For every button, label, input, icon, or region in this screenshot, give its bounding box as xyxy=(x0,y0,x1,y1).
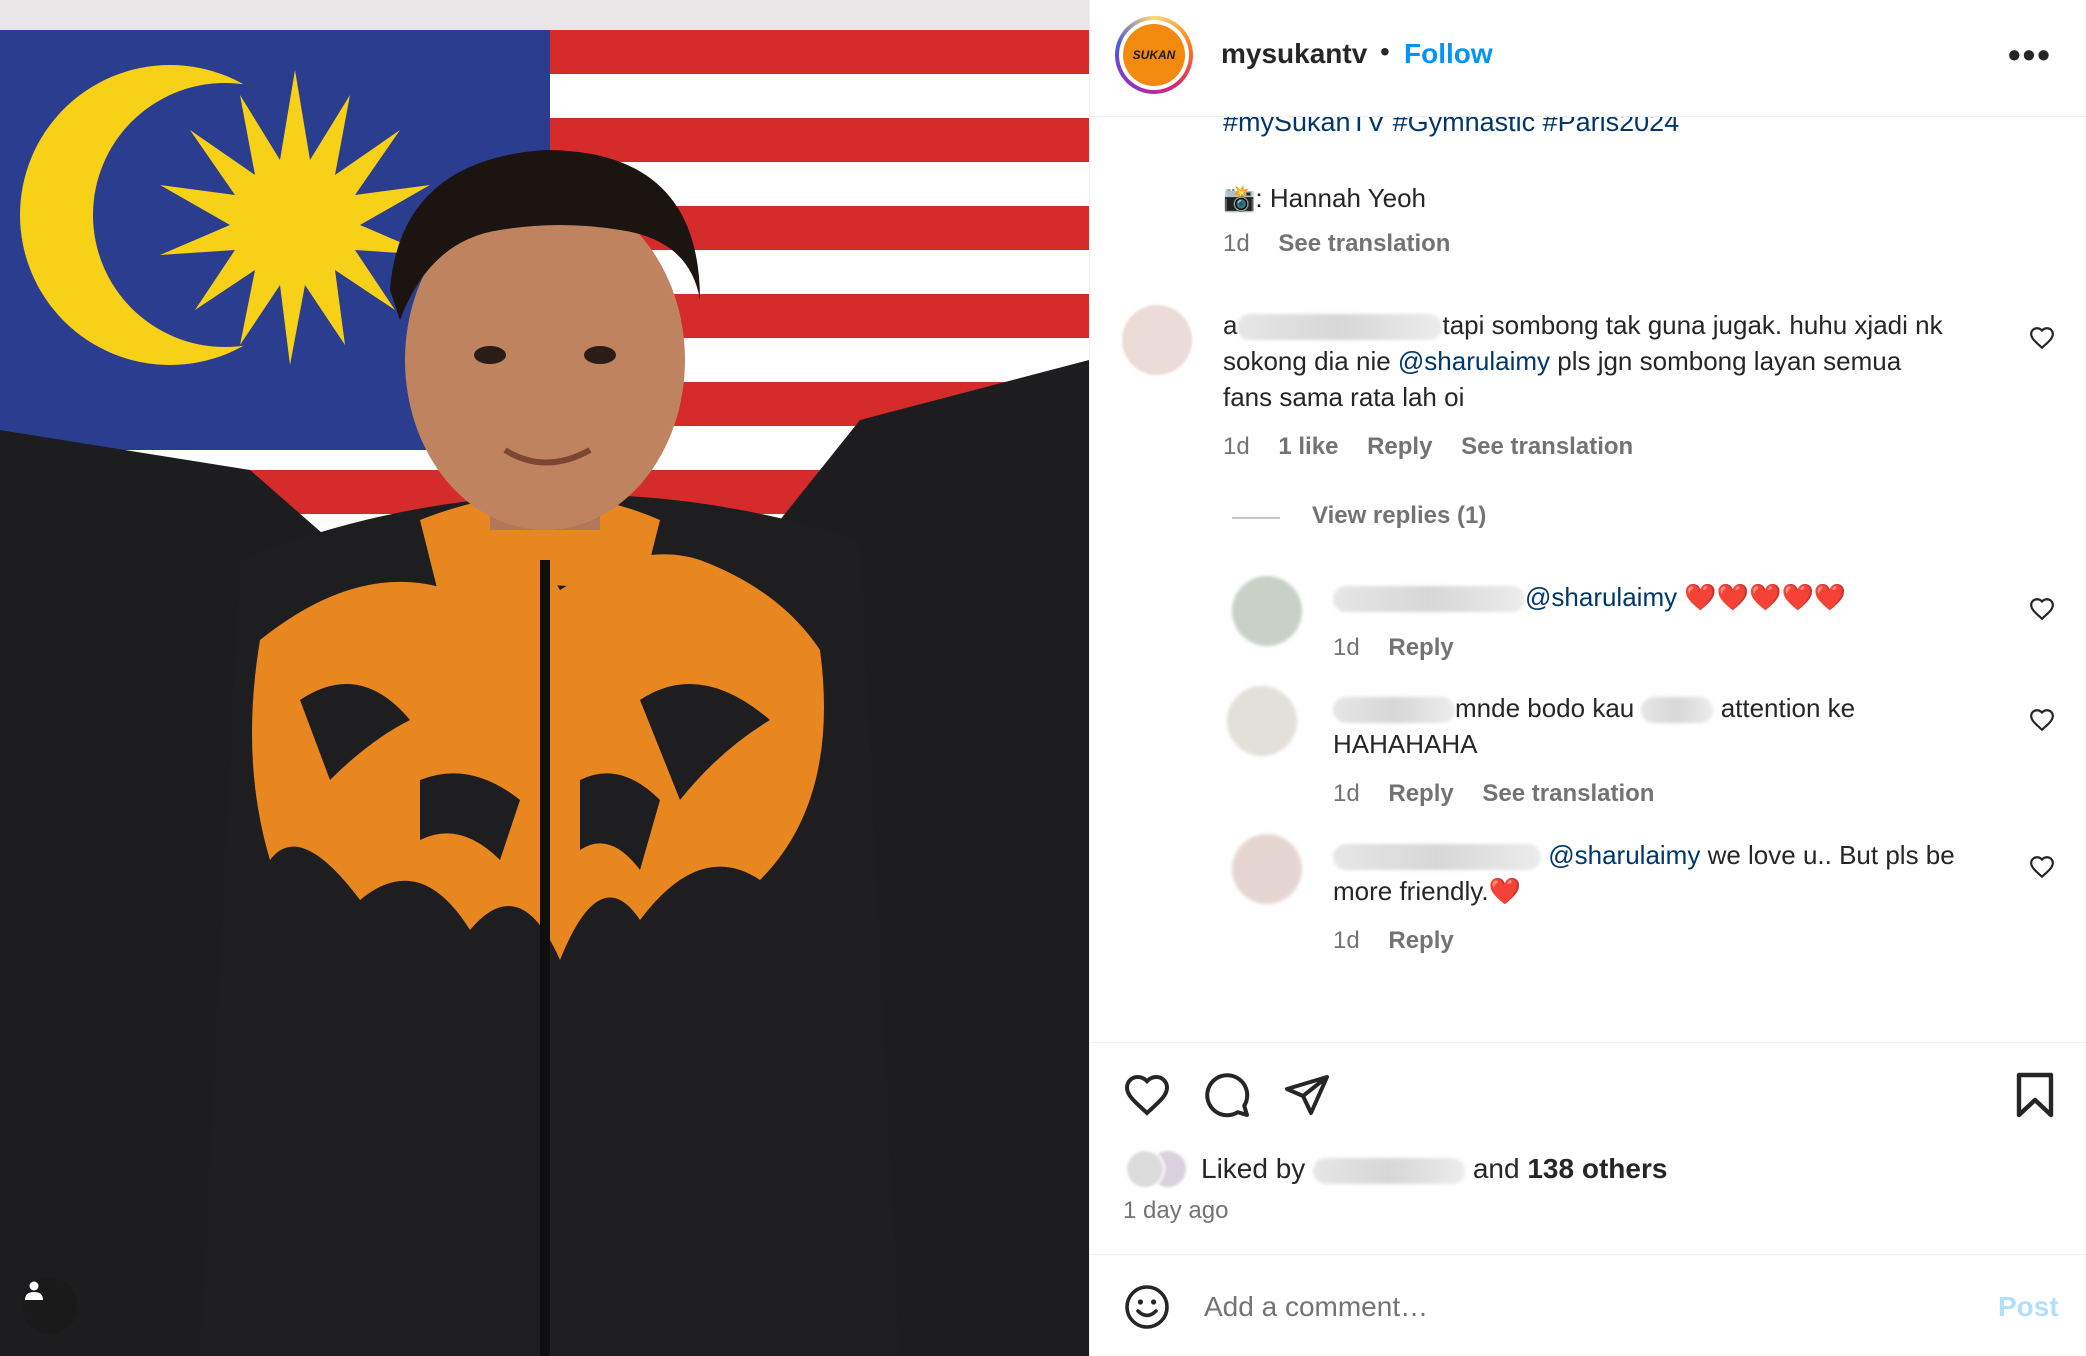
comment-1-text-1: tapi sombong tak guna jugak. huhu xjadi … xyxy=(1442,310,1943,340)
caption-hashtags[interactable]: #mySukanTV #Gymnastic #Paris2024 xyxy=(1223,117,1679,138)
reply-3-line-1: @sharulaimy we love u.. But pls be xyxy=(1333,837,1955,873)
save-bookmark-icon[interactable] xyxy=(2013,1071,2057,1119)
redacted-username xyxy=(1313,1157,1466,1184)
comment-1-username-start: a xyxy=(1223,310,1238,340)
caption-meta: 1d See translation xyxy=(1223,230,1450,258)
reply-1-avatar[interactable] xyxy=(1232,576,1302,646)
comment-1-see-translation[interactable]: See translation xyxy=(1461,433,1633,460)
view-replies-button[interactable]: View replies (1) xyxy=(1312,502,1486,530)
reply-1-hearts: ❤️❤️❤️❤️❤️ xyxy=(1684,582,1847,612)
author-username[interactable]: mysukantv xyxy=(1221,38,1367,70)
reply-3-like-heart-icon[interactable] xyxy=(2029,854,2055,880)
reply-3-reply-button[interactable]: Reply xyxy=(1388,927,1453,954)
reply-3-line-2: more friendly.❤️ xyxy=(1333,876,1521,906)
more-options-icon[interactable]: ••• xyxy=(2008,34,2052,76)
comment-1-like-heart-icon[interactable] xyxy=(2029,325,2055,351)
reply-2-reply-button[interactable]: Reply xyxy=(1388,780,1453,807)
reply-3-mention[interactable]: @sharulaimy xyxy=(1548,840,1700,870)
reply-2-line-1: mnde bodo kau attention ke xyxy=(1333,690,1855,726)
reply-3-time[interactable]: 1d xyxy=(1333,927,1360,954)
caption-credit: 📸: Hannah Yeoh xyxy=(1223,180,1426,216)
post-time[interactable]: 1 day ago xyxy=(1123,1197,1228,1225)
post-actions: Liked by and 138 others 1 day ago xyxy=(1090,1042,2086,1254)
reply-2-avatar[interactable] xyxy=(1227,686,1297,756)
redacted-username xyxy=(1333,844,1541,871)
reply-1-line-1: @sharulaimy ❤️❤️❤️❤️❤️ xyxy=(1333,579,1846,615)
caption-credit-text: : Hannah Yeoh xyxy=(1255,183,1426,213)
post-header: SUKAN mysukantv • Follow ••• xyxy=(1090,0,2086,117)
view-replies-line xyxy=(1232,517,1280,519)
add-comment-bar: Post xyxy=(1090,1254,2086,1356)
caption-see-translation[interactable]: See translation xyxy=(1278,230,1450,257)
redacted-username xyxy=(1237,314,1443,341)
likes-count[interactable]: 138 others xyxy=(1527,1153,1667,1184)
comment-1-line-2: sokong dia nie @sharulaimy pls jgn sombo… xyxy=(1223,346,1902,376)
share-paper-plane-icon[interactable] xyxy=(1283,1071,1331,1119)
user-icon xyxy=(25,1281,43,1300)
reply-1-mention[interactable]: @sharulaimy xyxy=(1525,582,1677,612)
tagged-users-button[interactable] xyxy=(22,1278,78,1334)
header-separator: • xyxy=(1380,36,1390,67)
reply-1-meta: 1d Reply xyxy=(1333,634,1454,662)
comment-input[interactable] xyxy=(1204,1287,1964,1327)
comment-1-meta: 1d 1 like Reply See translation xyxy=(1223,433,1633,461)
reply-2-time[interactable]: 1d xyxy=(1333,780,1360,807)
reply-2-line-2: HAHAHAHA xyxy=(1333,729,1478,759)
camera-icon: 📸 xyxy=(1223,183,1256,213)
comment-icon[interactable] xyxy=(1203,1071,1251,1119)
comment-1-reply-button[interactable]: Reply xyxy=(1367,433,1432,460)
comment-1-line-3: fans sama rata lah oi xyxy=(1223,382,1465,412)
like-heart-icon[interactable] xyxy=(1123,1071,1171,1119)
reply-1-reply-button[interactable]: Reply xyxy=(1388,634,1453,661)
post-photo[interactable] xyxy=(0,0,1089,1356)
redacted-username xyxy=(1333,697,1455,724)
comments-list[interactable]: #mySukanTV #Gymnastic #Paris2024 📸: Hann… xyxy=(1090,117,2086,1042)
smiley-icon[interactable] xyxy=(1123,1283,1171,1331)
commenter-avatar[interactable] xyxy=(1122,305,1192,375)
reply-2-meta: 1d Reply See translation xyxy=(1333,780,1654,808)
follow-button[interactable]: Follow xyxy=(1404,38,1493,70)
reply-3-meta: 1d Reply xyxy=(1333,927,1454,955)
comment-1-line-1: a tapi sombong tak guna jugak. huhu xjadi… xyxy=(1223,307,1943,343)
post-photo-illustration xyxy=(0,0,1089,1356)
comment-1-likes[interactable]: 1 like xyxy=(1278,433,1338,460)
mysukantv-logo: SUKAN xyxy=(1123,24,1185,86)
redacted-word xyxy=(1641,697,1714,724)
post-details-panel: SUKAN mysukantv • Follow ••• #mySukanTV … xyxy=(1089,0,2086,1356)
caption-time[interactable]: 1d xyxy=(1223,230,1250,257)
liked-by-text[interactable]: Liked by and 138 others xyxy=(1201,1153,1667,1185)
liker-avatar xyxy=(1125,1149,1165,1189)
comment-1-mention[interactable]: @sharulaimy xyxy=(1398,346,1550,376)
reply-1-like-heart-icon[interactable] xyxy=(2029,596,2055,622)
comment-1-time[interactable]: 1d xyxy=(1223,433,1250,460)
reply-2-see-translation[interactable]: See translation xyxy=(1482,780,1654,807)
author-avatar[interactable]: SUKAN xyxy=(1115,16,1193,94)
post-comment-button[interactable]: Post xyxy=(1998,1291,2059,1323)
redacted-username xyxy=(1333,586,1525,613)
reply-3-avatar[interactable] xyxy=(1232,834,1302,904)
reply-2-like-heart-icon[interactable] xyxy=(2029,707,2055,733)
reply-1-time[interactable]: 1d xyxy=(1333,634,1360,661)
